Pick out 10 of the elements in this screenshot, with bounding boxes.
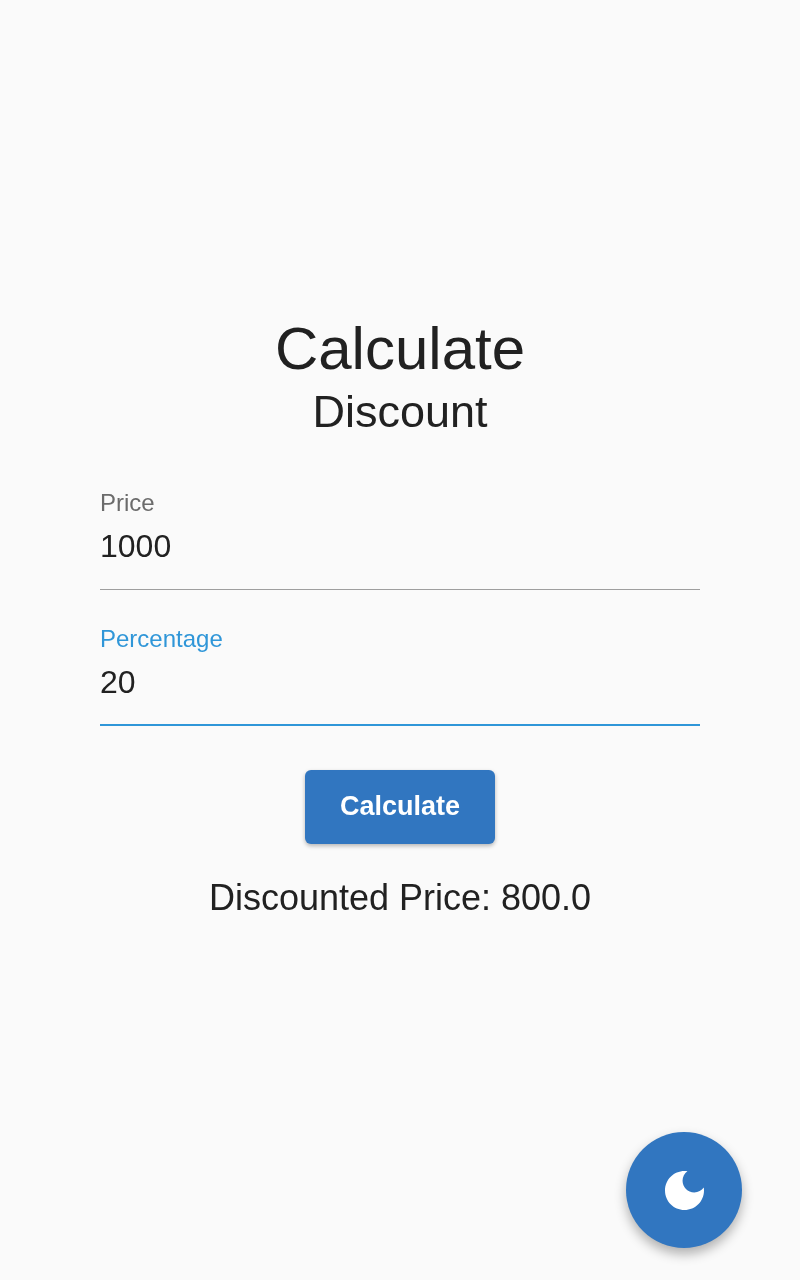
page-title: Calculate	[274, 314, 526, 384]
field-label: Price	[100, 488, 155, 517]
focused-input-field[interactable]: 20	[100, 662, 700, 726]
moon-icon	[664, 1170, 704, 1210]
field-label: Percentage	[100, 623, 223, 653]
input-field[interactable]: 1000	[100, 527, 700, 590]
calculate-button[interactable]: Calculate	[305, 769, 495, 844]
result-text: Discounted Price: 800.0	[208, 875, 592, 919]
page-subtitle: Discount	[312, 385, 488, 439]
dark-mode-toggle-button[interactable]	[626, 1132, 742, 1248]
